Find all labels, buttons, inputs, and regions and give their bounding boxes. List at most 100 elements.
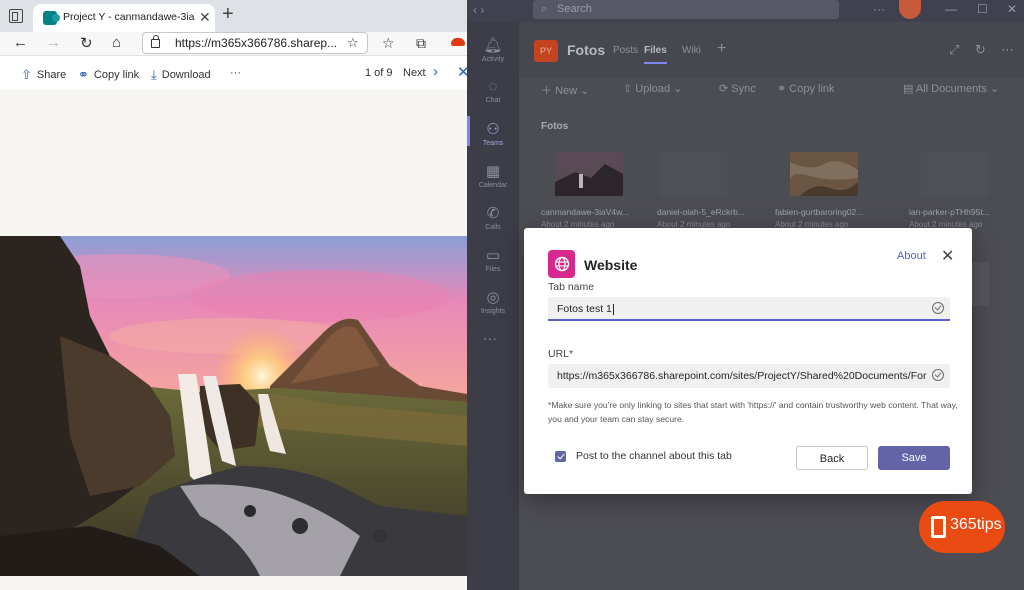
file-name[interactable]: fabien-gurtbaroring02...: [775, 207, 867, 217]
rail-teams[interactable]: ⚇ Teams: [467, 116, 519, 147]
files-copy-link-button[interactable]: ⚭ Copy link: [777, 82, 835, 95]
sync-button[interactable]: ⟳ Sync: [719, 82, 756, 95]
refresh-channel-icon[interactable]: ↻: [975, 42, 986, 58]
collections-icon[interactable]: ⧉: [416, 35, 426, 52]
tab-files[interactable]: Files: [644, 45, 667, 64]
file-name[interactable]: canmandawe-3iaV4w...: [541, 207, 633, 217]
more-button[interactable]: ···: [230, 67, 241, 79]
address-bar[interactable]: https://m365x366786.sharep... ☆: [142, 32, 368, 54]
channel-more-icon[interactable]: ⋯: [1001, 42, 1014, 58]
rail-insights[interactable]: ◎ Insights: [467, 288, 519, 315]
file-icon: ▭: [485, 247, 501, 264]
link-icon: ⚭: [78, 67, 89, 82]
url-input[interactable]: https://m365x366786.sharepoint.com/sites…: [548, 364, 950, 388]
waterfall-mountain-photo: [0, 236, 467, 576]
office-logo-icon: [931, 516, 946, 538]
upload-button[interactable]: ⇧ Upload ⌄: [623, 82, 682, 95]
back-arrow-icon[interactable]: ←: [13, 34, 28, 51]
about-link[interactable]: About: [897, 250, 926, 262]
refresh-icon[interactable]: ↻: [80, 34, 93, 52]
teams-title-bar: ‹ › ⌕ Search ··· — ☐ ✕: [467, 0, 1024, 22]
rail-more-icon[interactable]: ···: [483, 330, 497, 346]
rail-calls-label: Calls: [485, 224, 501, 231]
download-button[interactable]: ⤓ Download: [151, 67, 211, 83]
tab-actions-icon[interactable]: [9, 9, 23, 23]
rail-calls[interactable]: ✆ Calls: [467, 204, 519, 231]
new-tab-icon[interactable]: +: [222, 3, 234, 26]
url-label: URL*: [548, 348, 574, 360]
share-label: Share: [36, 69, 67, 81]
next-button[interactable]: Next: [403, 67, 426, 79]
calendar-icon: ▦: [485, 163, 501, 180]
file-thumbnail[interactable]: [921, 152, 989, 196]
save-button[interactable]: Save: [878, 446, 950, 470]
home-icon[interactable]: ⌂: [112, 34, 121, 51]
file-name[interactable]: daniel-olah-5_eRckrb...: [657, 207, 749, 217]
teams-back-icon[interactable]: ‹ ›: [473, 3, 484, 17]
view-label: All Documents: [915, 83, 987, 95]
rail-insights-label: Insights: [480, 308, 506, 315]
website-app-icon: [548, 250, 575, 278]
dialog-close-icon[interactable]: ✕: [941, 246, 954, 266]
teams-more-icon[interactable]: ···: [873, 2, 885, 16]
office-cloud-icon[interactable]: [451, 38, 465, 46]
user-avatar[interactable]: [899, 0, 921, 19]
tab-name-input[interactable]: Fotos test 1: [548, 297, 950, 321]
rail-chat[interactable]: ◌ Chat: [467, 78, 519, 104]
chat-icon: ◌: [488, 78, 498, 95]
watermark-text: 365tips: [950, 516, 1002, 533]
valid-check-icon: [932, 302, 944, 314]
file-name[interactable]: ian-parker-pTHh95t...: [909, 207, 1001, 217]
maximize-icon[interactable]: ☐: [977, 2, 988, 16]
rail-chat-label: Chat: [485, 97, 501, 104]
expand-icon[interactable]: ⤢: [949, 42, 959, 58]
tab-name-label: Tab name: [548, 281, 595, 293]
file-thumbnail[interactable]: [790, 152, 858, 196]
new-label: New: [555, 85, 578, 97]
page-counter: 1 of 9: [365, 67, 393, 79]
upload-label: Upload: [635, 83, 671, 95]
rail-calendar-label: Calendar: [478, 182, 508, 189]
phone-icon: ✆: [486, 205, 500, 222]
bell-icon: 🔔︎: [483, 37, 503, 54]
add-favorite-icon[interactable]: ☆: [347, 35, 359, 51]
tab-wiki[interactable]: Wiki: [682, 45, 701, 56]
teams-app-rail: 🔔︎ Activity ◌ Chat ⚇ Teams ▦ Calendar ✆ …: [467, 22, 519, 590]
dialog-title: Website: [584, 257, 638, 273]
copy-link-label: Copy link: [93, 69, 140, 81]
365tips-watermark: 365tips: [919, 501, 1005, 553]
copy-link-button[interactable]: ⚭ Copy link: [78, 67, 139, 83]
favorites-icon[interactable]: ☆: [382, 35, 395, 52]
add-tab-icon[interactable]: +: [717, 40, 726, 58]
forward-arrow-icon[interactable]: →: [46, 34, 61, 51]
tab-close-icon[interactable]: ✕: [199, 9, 211, 26]
browser-tab[interactable]: Project Y - canmandawe-3iaV4w ✕: [33, 4, 215, 32]
teams-search-box[interactable]: ⌕ Search: [533, 0, 839, 19]
chevron-right-icon[interactable]: ›: [433, 63, 438, 80]
file-thumbnail[interactable]: [659, 152, 727, 196]
rail-activity[interactable]: 🔔︎ Activity: [467, 36, 519, 63]
minimize-icon[interactable]: —: [945, 2, 957, 16]
viewer-command-bar: ⇧ Share ⚭ Copy link ⤓ Download ··· 1 of …: [0, 56, 467, 90]
teams-search-placeholder: Search: [557, 3, 592, 15]
post-to-channel-checkbox[interactable]: [555, 451, 566, 462]
post-to-channel-label[interactable]: Post to the channel about this tab: [576, 450, 732, 462]
back-button[interactable]: Back: [796, 446, 868, 470]
rail-calendar[interactable]: ▦ Calendar: [467, 162, 519, 189]
sharepoint-favicon-icon: [43, 11, 60, 25]
tab-posts[interactable]: Posts: [613, 45, 638, 56]
search-icon: ⌕: [541, 3, 548, 15]
close-viewer-icon[interactable]: ✕: [457, 63, 467, 81]
file-thumbnail[interactable]: [555, 152, 623, 196]
new-button[interactable]: ＋ New ⌄: [541, 82, 589, 98]
rail-files[interactable]: ▭ Files: [467, 246, 519, 273]
viewer-background: [0, 90, 467, 236]
tab-title: Project Y - canmandawe-3iaV4w: [63, 11, 195, 23]
browser-tab-bar: Project Y - canmandawe-3iaV4w ✕ +: [0, 0, 467, 32]
sync-label: Sync: [731, 83, 756, 95]
url-value: https://m365x366786.sharepoint.com/sites…: [557, 370, 927, 382]
close-window-icon[interactable]: ✕: [1007, 2, 1017, 16]
address-text: https://m365x366786.sharep...: [175, 36, 338, 50]
share-button[interactable]: ⇧ Share: [21, 67, 66, 83]
view-selector[interactable]: ▤ All Documents ⌄: [903, 82, 999, 95]
